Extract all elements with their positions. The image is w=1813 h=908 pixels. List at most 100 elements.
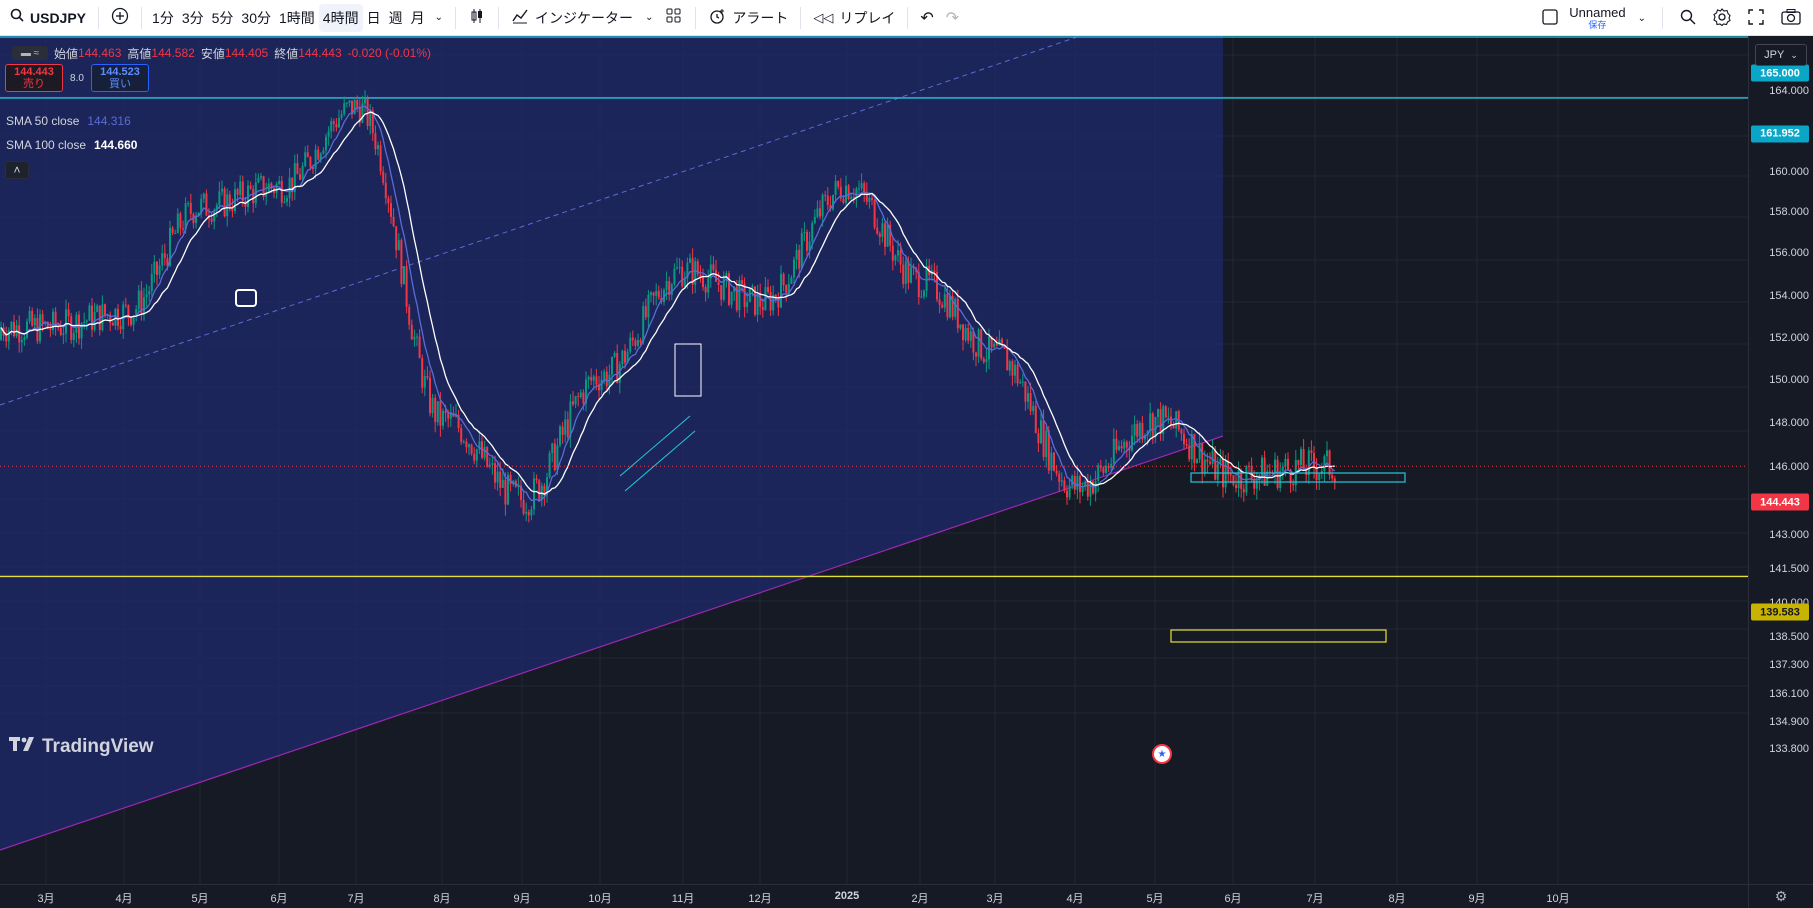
chart-type-button[interactable] (462, 4, 492, 32)
time-tick-label: 12月 (748, 893, 772, 905)
price-tick-label: 138.500 (1769, 631, 1809, 643)
interval-selector: 1分 3分 5分 30分 1時間 4時間日週月 (148, 3, 429, 32)
time-tick-label: 7月 (1306, 893, 1324, 905)
candle (538, 478, 541, 502)
price-axis[interactable]: 164.000162.000160.000158.000156.000154.0… (1748, 36, 1813, 884)
interval-0[interactable]: 1分 (148, 4, 178, 32)
redo-button[interactable]: ↷ (940, 4, 965, 32)
buy-button[interactable]: 144.523 買い (91, 64, 149, 92)
interval-5[interactable]: 4時間 (318, 3, 363, 32)
candle (400, 238, 403, 288)
candle (728, 270, 730, 307)
candle (1320, 462, 1323, 479)
replay-label: リプレイ (839, 9, 896, 26)
interval-1[interactable]: 3分 (178, 4, 208, 32)
chart-settings-button[interactable]: ⚙ (1748, 884, 1813, 908)
time-axis[interactable]: 3月 4月 5月 6月 7月 8月 9月 10月 11月 12月 2025 2月 3月 4月 5月 6月 7月 8… (0, 884, 1748, 908)
candle (1097, 462, 1100, 493)
indicator-value: 144.660 (94, 138, 138, 152)
indicators-dropdown[interactable]: ⌄ (639, 4, 659, 32)
divider (454, 6, 456, 29)
time-tick-label: 7月 (347, 893, 365, 905)
rewind-icon: ◁◁ (813, 9, 834, 25)
candle (980, 328, 983, 361)
interval-7[interactable]: 週 (385, 4, 407, 32)
candle (696, 258, 699, 277)
legend-low-label: 安値 (200, 46, 225, 61)
indicator-value: 144.316 (87, 114, 131, 128)
time-tick-label: 5月 (1146, 893, 1164, 905)
candle (1053, 451, 1055, 472)
candle (553, 438, 556, 472)
chevron-down-icon: ⌄ (1637, 12, 1646, 24)
price-tick-label: 152.000 (1769, 332, 1809, 344)
undo-button[interactable]: ↶ (914, 4, 939, 32)
candle (800, 228, 803, 269)
legend-change: -0.020 (-0.01%) (347, 46, 431, 60)
time-tick-label: 3月 (37, 893, 55, 905)
replay-button[interactable]: ◁◁ リプレイ (807, 4, 901, 32)
candle (1237, 461, 1240, 497)
candle (1248, 461, 1250, 474)
spread-value: 8.0 (70, 72, 84, 84)
chevron-down-icon: ⌄ (434, 12, 443, 23)
interval-6[interactable]: 日 (363, 4, 385, 32)
chart-pane[interactable] (0, 36, 1748, 884)
buy-price: 144.523 (100, 65, 140, 78)
interval-2[interactable]: 5分 (208, 4, 238, 32)
candle (1211, 439, 1214, 469)
tradingview-app: USDJPY 1分 3分 5分 30分 1時間 4時間日週月 ⌄ インジケーター ⌄ (0, 0, 1813, 908)
time-tick-label: 9月 (1468, 893, 1486, 905)
price-tick-label: 158.000 (1769, 206, 1809, 218)
ohlc-legend: ▬ ≈ 始値 144.463 高値 144.582 安値 144.405 終値 144.… (12, 44, 431, 62)
legend-menu-icon[interactable]: ▬ ≈ (12, 46, 48, 60)
channel-rectangle (0, 36, 1223, 850)
interval-4[interactable]: 1時間 (275, 4, 319, 32)
interval-3[interactable]: 30分 (237, 4, 275, 32)
layout-button[interactable]: Unnamed 保存 ⌄ (1535, 4, 1652, 32)
price-chart[interactable] (0, 36, 1748, 884)
settings-button[interactable] (1707, 4, 1737, 32)
candle (1297, 459, 1300, 470)
candle (421, 354, 424, 394)
indicator-sma-100[interactable]: SMA 100 close 144.660 (6, 138, 137, 152)
fullscreen-icon (1747, 8, 1765, 29)
candle (70, 312, 73, 344)
chevron-up-icon: ˄ (13, 163, 21, 177)
indicator-sma-50[interactable]: SMA 50 close 144.316 (6, 114, 131, 128)
time-tick-label: 9月 (513, 893, 531, 905)
candle (533, 472, 535, 516)
sell-button[interactable]: 144.443 売り (5, 64, 63, 92)
legend-close-label: 終値 (274, 46, 299, 61)
alert-button[interactable]: アラート (702, 4, 794, 32)
templates-button[interactable] (659, 4, 689, 32)
candle (1310, 440, 1313, 462)
indicators-icon (511, 7, 529, 28)
candle (1235, 474, 1237, 493)
price-tick-label: 150.000 (1769, 374, 1809, 386)
currency-selector[interactable]: JPY ⌄ (1755, 44, 1807, 66)
interval-dropdown[interactable]: ⌄ (429, 4, 449, 32)
divider (98, 6, 100, 29)
us-flag-event-icon[interactable]: ★ (1152, 744, 1172, 764)
symbol-search[interactable]: USDJPY (4, 4, 92, 32)
candle (403, 266, 405, 285)
snapshot-button[interactable] (1775, 4, 1807, 32)
candle (405, 260, 408, 314)
collapse-legend-button[interactable]: ˄ (5, 161, 29, 179)
time-tick-label: 4月 (115, 893, 133, 905)
price-tick-label: 156.000 (1769, 247, 1809, 259)
add-symbol-button[interactable] (105, 4, 135, 32)
candle (26, 318, 28, 340)
candle (1302, 439, 1305, 470)
quick-search-button[interactable] (1673, 4, 1703, 32)
indicators-button[interactable]: インジケーター (505, 4, 639, 32)
gear-icon (1713, 7, 1731, 29)
trade-buttons: 144.443 売り 8.0 144.523 買い (5, 64, 149, 92)
fullscreen-button[interactable] (1741, 4, 1771, 32)
candles-icon (468, 7, 486, 28)
candle (379, 140, 382, 176)
interval-8[interactable]: 月 (407, 4, 429, 32)
time-tick-label: 10月 (588, 893, 612, 905)
candle (1201, 442, 1204, 484)
